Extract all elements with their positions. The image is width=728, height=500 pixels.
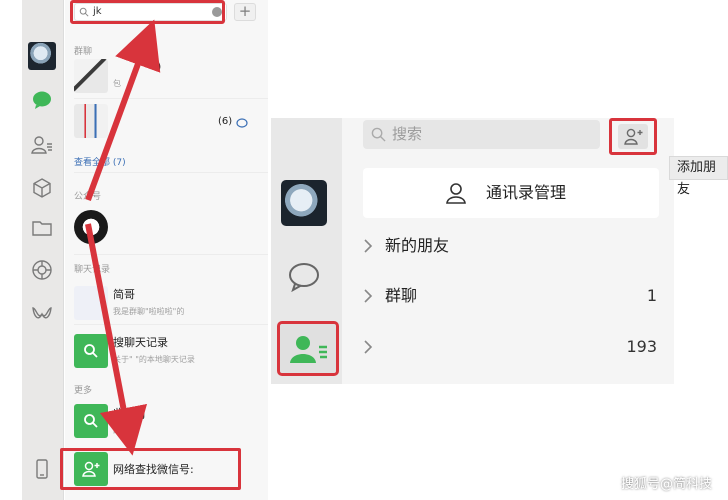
- search-icon: [84, 414, 98, 428]
- group-avatar: [74, 104, 108, 138]
- row-label: 群聊: [385, 286, 418, 305]
- contacts-window: 搜索 通讯录管理 新的朋友 群聊 1 193: [271, 118, 674, 384]
- contact-subtitle: 我是群聊"啦啦啦"的: [113, 307, 185, 316]
- section-more: 更多: [74, 386, 93, 396]
- search-icon: [84, 344, 98, 358]
- chat-icon[interactable]: [286, 260, 322, 292]
- avatar[interactable]: [28, 42, 56, 70]
- search-tile: [74, 334, 108, 368]
- divider: [74, 172, 268, 173]
- divider: [74, 98, 268, 99]
- chat-icon[interactable]: [30, 88, 54, 112]
- row-label: 新的朋友: [385, 236, 450, 255]
- divider: [74, 324, 268, 325]
- group-chats-row[interactable]: 群聊 1: [363, 279, 659, 313]
- group-name: ): [157, 60, 162, 73]
- item-subtitle: 关于" "的本地聊天记录: [113, 355, 195, 364]
- search-chat-records-item[interactable]: 搜聊天记录 关于" "的本地聊天记录: [65, 330, 268, 374]
- item-title: 收藏: j: [113, 407, 146, 420]
- mini-program-icon[interactable]: [30, 176, 54, 200]
- contacts-icon: [290, 336, 327, 363]
- list-item[interactable]: 简哥 我是群聊"啦啦啦"的: [65, 280, 268, 324]
- group-member-count: (6): [218, 116, 233, 127]
- chevron-right-icon: [364, 289, 373, 303]
- chevron-right-icon: [364, 340, 373, 354]
- search-icon: [371, 127, 386, 142]
- chevron-right-icon: [364, 239, 373, 253]
- add-friend-icon: [624, 128, 643, 145]
- section-official-accounts: 公众号: [74, 192, 102, 202]
- contacts-management-label: 通讯录管理: [485, 183, 566, 202]
- row-count: 193: [626, 337, 657, 356]
- item-title: 搜聊天记录: [113, 336, 168, 349]
- divider: [74, 254, 268, 255]
- chat-bubble-icon: [236, 118, 248, 128]
- list-item[interactable]: [65, 206, 268, 250]
- list-item[interactable]: ) 包: [65, 56, 268, 96]
- left-sidebar: [22, 0, 64, 500]
- item-subtitle: 的内容: [113, 426, 137, 435]
- group-avatar: [74, 59, 108, 93]
- group-subtitle: 包: [113, 79, 121, 88]
- contact-name: 简哥: [113, 288, 135, 301]
- add-friend-button[interactable]: [609, 118, 657, 155]
- search-tile: [74, 404, 108, 438]
- highlight-search-box: [70, 0, 225, 24]
- search-placeholder: 搜索: [392, 125, 423, 143]
- row-count: 1: [646, 286, 657, 305]
- list-item[interactable]: (6): [65, 102, 268, 142]
- contact-avatar: [74, 286, 108, 320]
- avatar[interactable]: [281, 180, 327, 226]
- contacts-management-button[interactable]: 通讯录管理: [363, 168, 659, 218]
- favorites-item[interactable]: 收藏: j 的内容: [65, 400, 268, 444]
- contacts-management-icon: [446, 183, 466, 204]
- contacts-tab-highlight[interactable]: [277, 321, 339, 376]
- search-results-panel: jk + 群聊 ) 包 (6) 查看全部 (7) 公众号 聊天记录 简哥 我是群…: [65, 0, 268, 500]
- add-friend-tooltip: 添加朋友: [669, 156, 728, 197]
- contacts-icon[interactable]: [30, 133, 54, 157]
- right-sidebar: [271, 118, 342, 384]
- phone-icon[interactable]: [30, 457, 54, 481]
- contacts-panel: 搜索 通讯录管理 新的朋友 群聊 1 193: [342, 118, 674, 384]
- official-account-avatar: [74, 210, 108, 244]
- moments-icon[interactable]: [30, 258, 54, 282]
- channels-icon[interactable]: [30, 302, 54, 326]
- add-button[interactable]: +: [234, 3, 256, 21]
- new-friends-row[interactable]: 新的朋友: [363, 229, 659, 263]
- add-friend-button-bg: [618, 124, 648, 149]
- section-chat-records: 聊天记录: [74, 265, 111, 275]
- view-all-link[interactable]: 查看全部 (7): [74, 155, 126, 168]
- search-input[interactable]: 搜索: [363, 120, 600, 149]
- folder-icon[interactable]: [30, 216, 54, 240]
- watermark: 搜狐号@简科技: [620, 477, 712, 492]
- contacts-row[interactable]: 193: [363, 330, 659, 364]
- highlight-network-search: [60, 448, 241, 490]
